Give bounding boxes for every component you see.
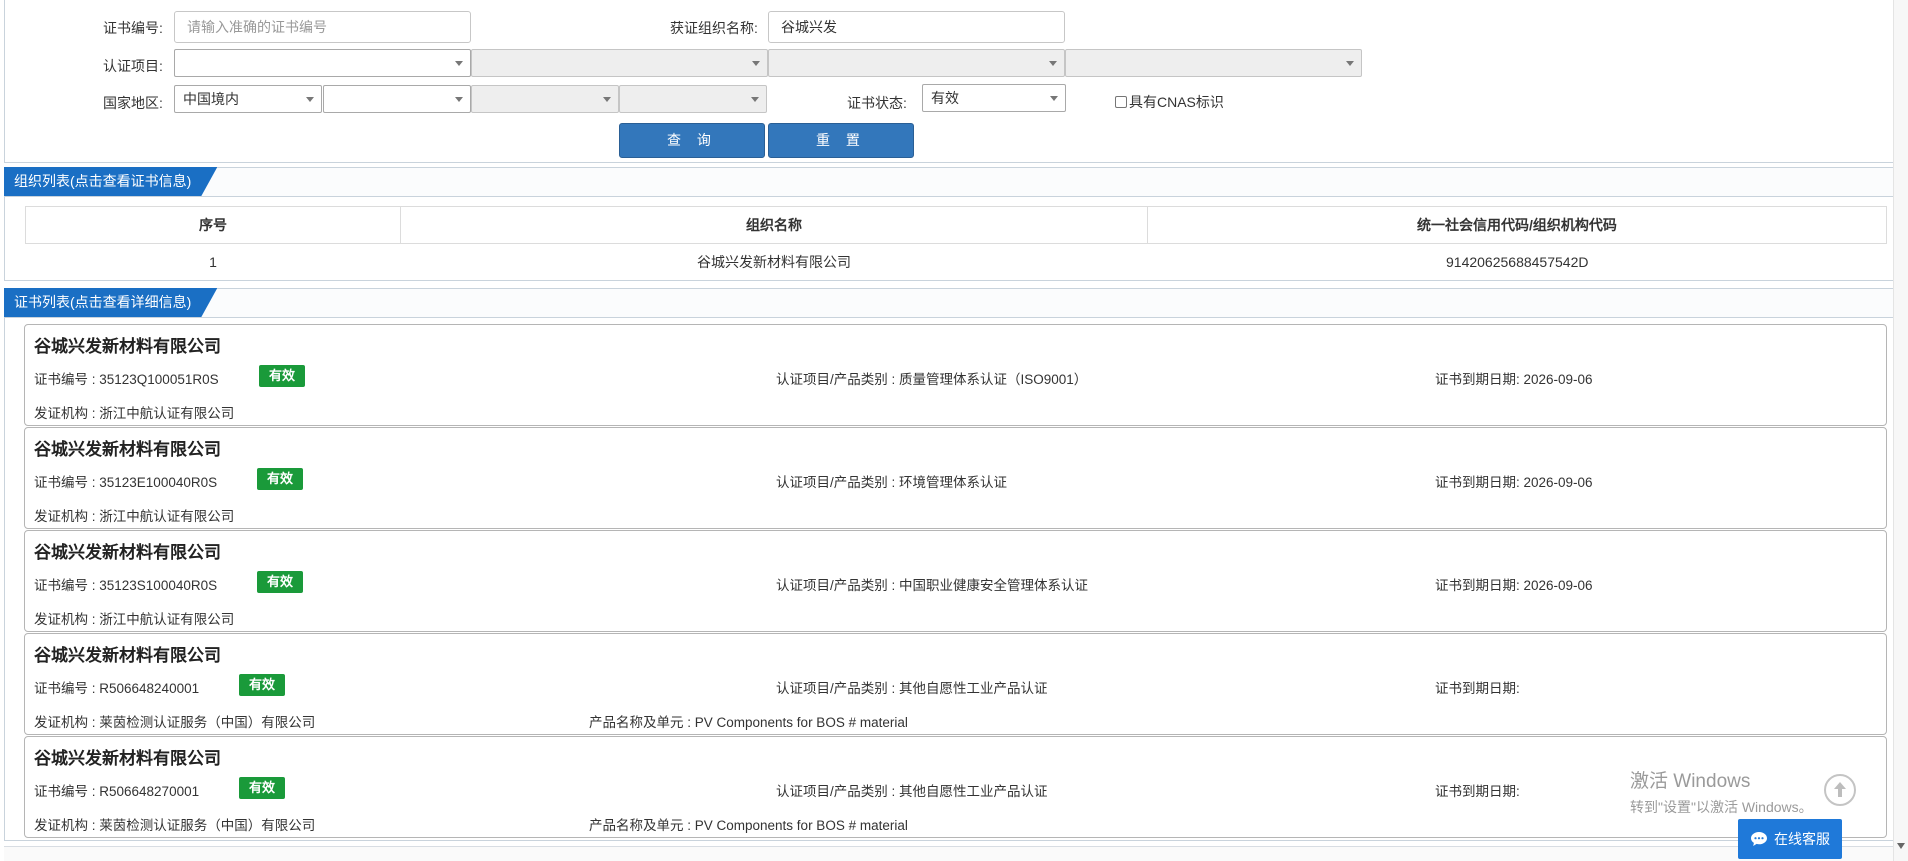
back-to-top-button[interactable] bbox=[1824, 774, 1856, 806]
region-label: 国家地区: bbox=[103, 95, 163, 111]
org-list-title: 组织列表(点击查看证书信息) bbox=[4, 167, 217, 196]
page-bottom-strip bbox=[4, 846, 1900, 861]
cert-card-org: 谷城兴发新材料有限公司 bbox=[34, 543, 221, 562]
cert-no-input[interactable] bbox=[174, 11, 471, 43]
cert-card-expiry: 证书到期日期: 2026-09-06 bbox=[1435, 372, 1593, 387]
online-service-button[interactable]: 在线客服 bbox=[1738, 819, 1842, 859]
watermark-line-2: 转到"设置"以激活 Windows。 bbox=[1630, 799, 1813, 815]
cert-card-project: 认证项目/产品类别 : 中国职业健康安全管理体系认证 bbox=[776, 578, 1089, 593]
status-select[interactable]: 有效 bbox=[922, 84, 1066, 112]
status-badge: 有效 bbox=[257, 571, 304, 593]
cert-card[interactable]: 谷城兴发新材料有限公司 证书编号 : R506648240001 有效 认证项目… bbox=[24, 633, 1887, 735]
cert-card[interactable]: 谷城兴发新材料有限公司 证书编号 : R506648270001 有效 认证项目… bbox=[24, 736, 1887, 838]
scrollbar[interactable] bbox=[1893, 0, 1908, 861]
org-name-label: 获证组织名称: bbox=[670, 20, 758, 36]
cell-index: 1 bbox=[209, 254, 217, 270]
col-header-index: 序号 bbox=[25, 206, 401, 244]
cert-card-no: 证书编号 : 35123E100040R0S bbox=[34, 475, 218, 490]
cert-card-expiry: 证书到期日期: bbox=[1435, 681, 1520, 696]
status-badge: 有效 bbox=[257, 468, 304, 490]
chevron-down-icon bbox=[455, 97, 463, 102]
page: 证书编号: 获证组织名称: 认证项目: 国家地区: 中国境内 bbox=[0, 0, 1908, 861]
cert-card-issuer: 发证机构 : 莱茵检测认证服务（中国）有限公司 bbox=[34, 715, 316, 730]
windows-activation-watermark: 激活 Windows 转到"设置"以激活 Windows。 bbox=[1630, 766, 1813, 817]
cert-card-no: 证书编号 : 35123Q100051R0S bbox=[34, 372, 219, 387]
cert-project-select-3[interactable] bbox=[768, 49, 1065, 77]
cert-card-org: 谷城兴发新材料有限公司 bbox=[34, 646, 221, 665]
select-value: 有效 bbox=[931, 90, 959, 106]
region-select-2[interactable] bbox=[323, 85, 471, 113]
status-label: 证书状态: bbox=[847, 95, 907, 111]
cert-card-org: 谷城兴发新材料有限公司 bbox=[34, 749, 221, 768]
reset-button[interactable]: 重 置 bbox=[768, 123, 914, 158]
cert-card-issuer: 发证机构 : 浙江中航认证有限公司 bbox=[34, 612, 235, 627]
cert-card-project: 认证项目/产品类别 : 环境管理体系认证 bbox=[776, 475, 1008, 490]
cert-project-select-4[interactable] bbox=[1065, 49, 1362, 77]
cert-card-expiry: 证书到期日期: bbox=[1435, 784, 1520, 799]
chevron-down-icon bbox=[1346, 61, 1354, 66]
chat-bubble-icon bbox=[1751, 832, 1767, 846]
cert-card-org: 谷城兴发新材料有限公司 bbox=[34, 337, 221, 356]
table-row[interactable]: 1 谷城兴发新材料有限公司 91420625688457542D bbox=[26, 244, 1887, 281]
cnas-label: 具有CNAS标识 bbox=[1129, 94, 1224, 110]
cert-list-title: 证书列表(点击查看详细信息) bbox=[4, 288, 217, 317]
cert-project-select-1[interactable] bbox=[174, 49, 471, 77]
cell-org-name[interactable]: 谷城兴发新材料有限公司 bbox=[401, 244, 1148, 281]
org-table: 序号 组织名称 统一社会信用代码/组织机构代码 1 谷城兴发新材料有限公司 91… bbox=[25, 206, 1887, 280]
cert-card-project: 认证项目/产品类别 : 其他自愿性工业产品认证 bbox=[776, 681, 1048, 696]
cert-card[interactable]: 谷城兴发新材料有限公司 证书编号 : 35123E100040R0S 有效 认证… bbox=[24, 427, 1887, 529]
cert-card-no: 证书编号 : R506648240001 bbox=[34, 681, 200, 696]
cert-card-issuer: 发证机构 : 浙江中航认证有限公司 bbox=[34, 509, 235, 524]
search-form: 证书编号: 获证组织名称: 认证项目: 国家地区: 中国境内 bbox=[4, 0, 1900, 163]
cert-no-label: 证书编号: bbox=[103, 20, 163, 36]
chevron-down-icon bbox=[1050, 96, 1058, 101]
cert-list-panel: 证书列表(点击查看详细信息) 谷城兴发新材料有限公司 证书编号 : 35123Q… bbox=[4, 288, 1900, 841]
status-badge: 有效 bbox=[239, 777, 286, 799]
watermark-line-1: 激活 Windows bbox=[1630, 771, 1751, 792]
cert-card-expiry: 证书到期日期: 2026-09-06 bbox=[1435, 475, 1593, 490]
chevron-down-icon bbox=[1049, 61, 1057, 66]
org-name-input[interactable] bbox=[768, 11, 1065, 43]
cert-card-no: 证书编号 : 35123S100040R0S bbox=[34, 578, 218, 593]
status-badge: 有效 bbox=[239, 674, 286, 696]
online-service-label: 在线客服 bbox=[1774, 831, 1830, 847]
region-select-1[interactable]: 中国境内 bbox=[174, 85, 322, 113]
scroll-down-arrow-icon[interactable] bbox=[1897, 843, 1905, 849]
cnas-checkbox-wrap[interactable]: 具有CNAS标识 bbox=[1115, 92, 1224, 112]
cert-card-issuer: 发证机构 : 浙江中航认证有限公司 bbox=[34, 406, 235, 421]
cell-code: 91420625688457542D bbox=[1446, 254, 1589, 270]
cert-project-label: 认证项目: bbox=[103, 58, 163, 74]
cnas-checkbox[interactable] bbox=[1115, 96, 1127, 108]
cert-card-project: 认证项目/产品类别 : 其他自愿性工业产品认证 bbox=[776, 784, 1048, 799]
cert-project-select-2[interactable] bbox=[471, 49, 768, 77]
org-list-panel: 组织列表(点击查看证书信息) 序号 组织名称 统一社会信用代码/组织机构代码 1… bbox=[4, 167, 1900, 281]
col-header-code: 统一社会信用代码/组织机构代码 bbox=[1147, 206, 1887, 244]
select-value: 中国境内 bbox=[183, 91, 239, 107]
cert-card-no: 证书编号 : R506648270001 bbox=[34, 784, 200, 799]
arrow-up-circle-icon bbox=[1834, 782, 1846, 797]
chevron-down-icon bbox=[751, 97, 759, 102]
cert-card-project: 认证项目/产品类别 : 质量管理体系认证（ISO9001） bbox=[776, 372, 1088, 387]
cert-card-expiry: 证书到期日期: 2026-09-06 bbox=[1435, 578, 1593, 593]
region-select-3[interactable] bbox=[471, 85, 619, 113]
status-badge: 有效 bbox=[259, 365, 306, 387]
region-select-4[interactable] bbox=[619, 85, 767, 113]
query-button[interactable]: 查 询 bbox=[619, 123, 765, 158]
cert-card[interactable]: 谷城兴发新材料有限公司 证书编号 : 35123Q100051R0S 有效 认证… bbox=[24, 324, 1887, 426]
chevron-down-icon bbox=[752, 61, 760, 66]
cert-card-issuer: 发证机构 : 莱茵检测认证服务（中国）有限公司 bbox=[34, 818, 316, 833]
org-table-header-row: 序号 组织名称 统一社会信用代码/组织机构代码 bbox=[25, 206, 1887, 244]
org-list-header: 组织列表(点击查看证书信息) bbox=[5, 168, 1899, 197]
chevron-down-icon bbox=[455, 61, 463, 66]
chevron-down-icon bbox=[306, 97, 314, 102]
cert-card-org: 谷城兴发新材料有限公司 bbox=[34, 440, 221, 459]
cert-list-header: 证书列表(点击查看详细信息) bbox=[5, 289, 1899, 318]
cert-card[interactable]: 谷城兴发新材料有限公司 证书编号 : 35123S100040R0S 有效 认证… bbox=[24, 530, 1887, 632]
chevron-down-icon bbox=[603, 97, 611, 102]
col-header-org-name: 组织名称 bbox=[400, 206, 1148, 244]
cert-card-product: 产品名称及单元 : PV Components for BOS # materi… bbox=[589, 818, 908, 833]
cert-card-product: 产品名称及单元 : PV Components for BOS # materi… bbox=[589, 715, 908, 730]
